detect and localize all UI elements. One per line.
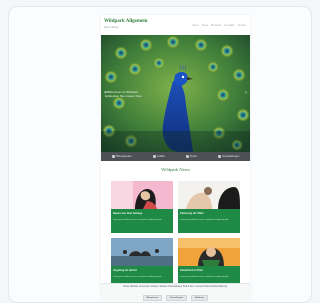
news-caption: Fütterung der Otter xyxy=(180,212,204,215)
news-image-2 xyxy=(178,181,240,209)
top-navigation: Start Tiere Besuch Kontakt Suche xyxy=(192,23,246,27)
news-excerpt: Lorem ipsum dolor sit amet, consetetur s… xyxy=(113,276,162,278)
news-caption: Kinderfest im Park xyxy=(180,269,203,272)
ticket-icon xyxy=(185,155,189,158)
site-logo[interactable]: Wildpark Allgemein xyxy=(104,19,147,25)
cookie-settings-button[interactable]: Einstellungen xyxy=(166,295,188,301)
info-bar: Öffnungszeiten Anfahrt Preise Veranstalt… xyxy=(101,152,250,161)
cookie-banner: Diese Website verwendet Cookies. Weitere… xyxy=(101,283,250,302)
website-page: Wildpark Allgemein Natur erleben Start T… xyxy=(101,15,250,302)
news-tile[interactable]: Fütterung der Otter Lorem ipsum dolor si… xyxy=(178,181,240,233)
nav-item-besuch[interactable]: Besuch xyxy=(211,23,221,27)
decline-cookies-button[interactable]: Ablehnen xyxy=(191,295,209,301)
cookie-text: Diese Website verwendet Cookies. Weitere… xyxy=(123,286,228,288)
nav-item-kontakt[interactable]: Kontakt xyxy=(224,23,234,27)
map-pin-icon xyxy=(152,155,156,158)
section-title: Wildpark News xyxy=(161,167,190,172)
news-image-3 xyxy=(111,238,173,266)
cookie-actions: Akzeptieren Einstellungen Ablehnen xyxy=(101,295,250,301)
hero-caption: Willkommen im Wildpark Entdecken Sie uns… xyxy=(105,90,175,98)
slider-next-icon[interactable]: › xyxy=(243,89,249,97)
info-item-directions[interactable]: Anfahrt xyxy=(152,155,165,158)
clock-icon xyxy=(111,155,115,158)
news-grid: Neues aus dem Gehege Lorem ipsum dolor s… xyxy=(111,181,240,290)
nav-item-start[interactable]: Start xyxy=(192,23,198,27)
info-item-events[interactable]: Veranstaltungen xyxy=(218,155,239,158)
news-caption: Vogelzug im Herbst xyxy=(113,269,138,272)
info-item-opening-hours[interactable]: Öffnungszeiten xyxy=(111,155,132,158)
news-tile[interactable]: Neues aus dem Gehege Lorem ipsum dolor s… xyxy=(111,181,173,233)
news-excerpt: Lorem ipsum dolor sit amet, consetetur s… xyxy=(180,276,229,278)
news-image-1 xyxy=(111,181,173,209)
accept-cookies-button[interactable]: Akzeptieren xyxy=(142,295,163,301)
news-image-4 xyxy=(178,238,240,266)
site-tagline: Natur erleben xyxy=(104,26,119,29)
info-item-prices[interactable]: Preise xyxy=(185,155,197,158)
calendar-icon xyxy=(218,155,222,158)
screenshot-card: Wildpark Allgemein Natur erleben Start T… xyxy=(8,6,312,303)
news-caption: Neues aus dem Gehege xyxy=(113,212,143,215)
hero-slider[interactable]: Willkommen im Wildpark Entdecken Sie uns… xyxy=(101,35,250,152)
nav-item-suche[interactable]: Suche xyxy=(237,23,246,27)
news-excerpt: Lorem ipsum dolor sit amet, consetetur s… xyxy=(180,219,229,221)
news-excerpt: Lorem ipsum dolor sit amet, consetetur s… xyxy=(113,219,162,221)
slider-prev-icon[interactable]: ‹ xyxy=(102,89,108,97)
nav-item-tiere[interactable]: Tiere xyxy=(202,23,209,27)
site-header: Wildpark Allgemein Natur erleben Start T… xyxy=(101,15,250,35)
hero-heading-line2: Entdecken Sie unsere Tiere xyxy=(105,94,142,98)
